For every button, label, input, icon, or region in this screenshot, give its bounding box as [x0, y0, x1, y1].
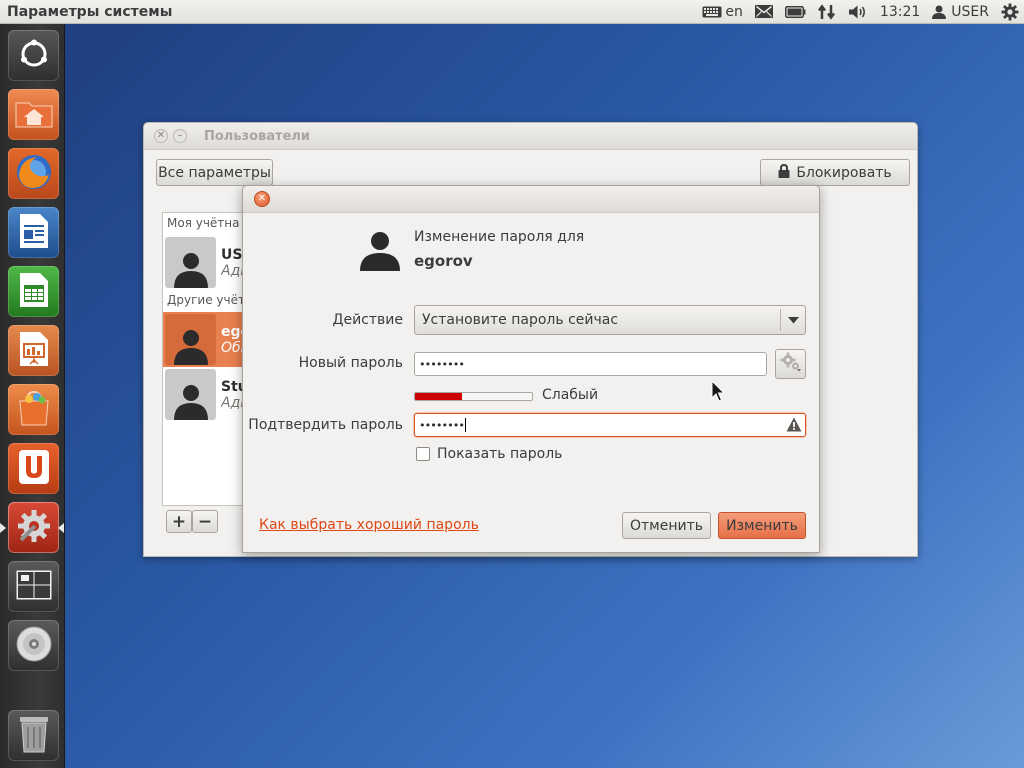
software-center-icon	[15, 390, 53, 430]
launcher-files[interactable]	[8, 89, 59, 140]
confirm-password-label: Подтвердить пароль	[248, 417, 403, 433]
user-list-toolbar: + −	[166, 510, 218, 533]
generate-password-button[interactable]	[775, 349, 806, 379]
dialog-titlebar[interactable]: ✕	[243, 186, 819, 213]
action-label: Действие	[332, 312, 403, 328]
firefox-icon	[15, 153, 53, 195]
cancel-button[interactable]: Отменить	[622, 512, 711, 539]
chevron-down-icon	[781, 316, 805, 324]
all-settings-button[interactable]: Все параметры	[156, 159, 273, 186]
launcher-software-center[interactable]	[8, 384, 59, 435]
remove-user-button[interactable]: −	[192, 510, 218, 533]
launcher-dash[interactable]	[8, 30, 59, 81]
volume-indicator[interactable]	[842, 0, 874, 24]
battery-icon	[784, 5, 806, 18]
new-password-label: Новый пароль	[298, 355, 403, 371]
dialog-username: egorov	[414, 252, 473, 270]
lock-icon	[778, 163, 790, 182]
action-select[interactable]: Установите пароль сейчас	[414, 305, 806, 335]
password-strength-bar	[414, 392, 533, 401]
show-password-checkbox[interactable]	[416, 447, 430, 461]
keyboard-layout: en	[725, 3, 743, 20]
users-window-title: Пользователи	[204, 128, 311, 144]
password-help-link[interactable]: Как выбрать хороший пароль	[259, 517, 479, 533]
dash-icon	[18, 38, 50, 74]
dialog-heading: Изменение пароля для	[414, 229, 585, 245]
text-caret	[464, 418, 466, 432]
network-icon	[817, 3, 836, 20]
running-indicator	[0, 523, 6, 533]
workspaces-icon	[16, 570, 52, 604]
files-icon	[15, 98, 53, 132]
new-password-value: ••••••••	[419, 357, 465, 371]
launcher-trash[interactable]	[8, 710, 59, 761]
indicators: en 13:21 USER	[696, 0, 1024, 24]
network-indicator[interactable]	[812, 0, 842, 24]
app-title: Параметры системы	[7, 3, 173, 20]
avatar	[358, 229, 402, 273]
launcher-system-settings[interactable]	[8, 502, 59, 553]
action-select-value: Установите пароль сейчас	[422, 312, 619, 328]
launcher-ubuntu-one[interactable]	[8, 443, 59, 494]
password-strength-label: Слабый	[542, 387, 599, 403]
launcher-firefox[interactable]	[8, 148, 59, 199]
users-window-titlebar[interactable]: ✕ – Пользователи	[144, 123, 917, 150]
new-password-field[interactable]: ••••••••	[414, 352, 767, 376]
disc-icon	[15, 625, 53, 667]
confirm-password-field[interactable]: ••••••••	[414, 413, 806, 437]
volume-icon	[848, 5, 868, 19]
session-indicator[interactable]	[995, 0, 1024, 24]
user-name: USER	[951, 3, 989, 20]
system-settings-icon	[15, 507, 53, 549]
gears-icon	[780, 352, 802, 376]
clock-time: 13:21	[879, 3, 921, 20]
clock[interactable]: 13:21	[874, 0, 926, 24]
gear-icon	[1001, 3, 1019, 21]
mail-indicator[interactable]	[749, 0, 779, 24]
show-password-label: Показать пароль	[437, 446, 563, 462]
keyboard-icon	[702, 6, 722, 18]
mouse-pointer-icon	[711, 379, 726, 406]
show-password-option[interactable]: Показать пароль	[416, 446, 562, 462]
close-icon[interactable]: ✕	[254, 191, 270, 207]
launcher-calc[interactable]	[8, 266, 59, 317]
confirm-password-value: ••••••••	[419, 418, 465, 432]
password-strength-fill	[415, 393, 462, 400]
add-user-button[interactable]: +	[166, 510, 192, 533]
minimize-icon[interactable]: –	[173, 129, 187, 143]
mail-icon	[754, 5, 773, 18]
launcher	[0, 24, 65, 768]
launcher-disc[interactable]	[8, 620, 59, 671]
trash-icon	[19, 715, 49, 757]
warning-icon	[786, 417, 802, 435]
user-icon	[932, 5, 947, 19]
avatar	[165, 314, 216, 365]
active-indicator	[58, 523, 64, 533]
impress-icon	[19, 331, 49, 371]
ubuntu-one-icon	[18, 449, 50, 489]
calc-icon	[19, 272, 49, 312]
avatar	[165, 237, 216, 288]
top-panel: Параметры системы en 13:21 USER	[0, 0, 1024, 24]
launcher-writer[interactable]	[8, 207, 59, 258]
battery-indicator[interactable]	[779, 0, 812, 24]
writer-icon	[19, 213, 49, 253]
lock-button[interactable]: Блокировать	[760, 159, 910, 186]
launcher-workspaces[interactable]	[8, 561, 59, 612]
change-button[interactable]: Изменить	[718, 512, 806, 539]
launcher-impress[interactable]	[8, 325, 59, 376]
change-password-dialog: ✕ Изменение пароля для egorov Действие У…	[242, 185, 820, 553]
close-icon[interactable]: ✕	[154, 129, 168, 143]
keyboard-indicator[interactable]: en	[696, 0, 749, 24]
user-indicator[interactable]: USER	[926, 0, 995, 24]
avatar	[165, 369, 216, 420]
lock-button-label: Блокировать	[796, 164, 892, 181]
